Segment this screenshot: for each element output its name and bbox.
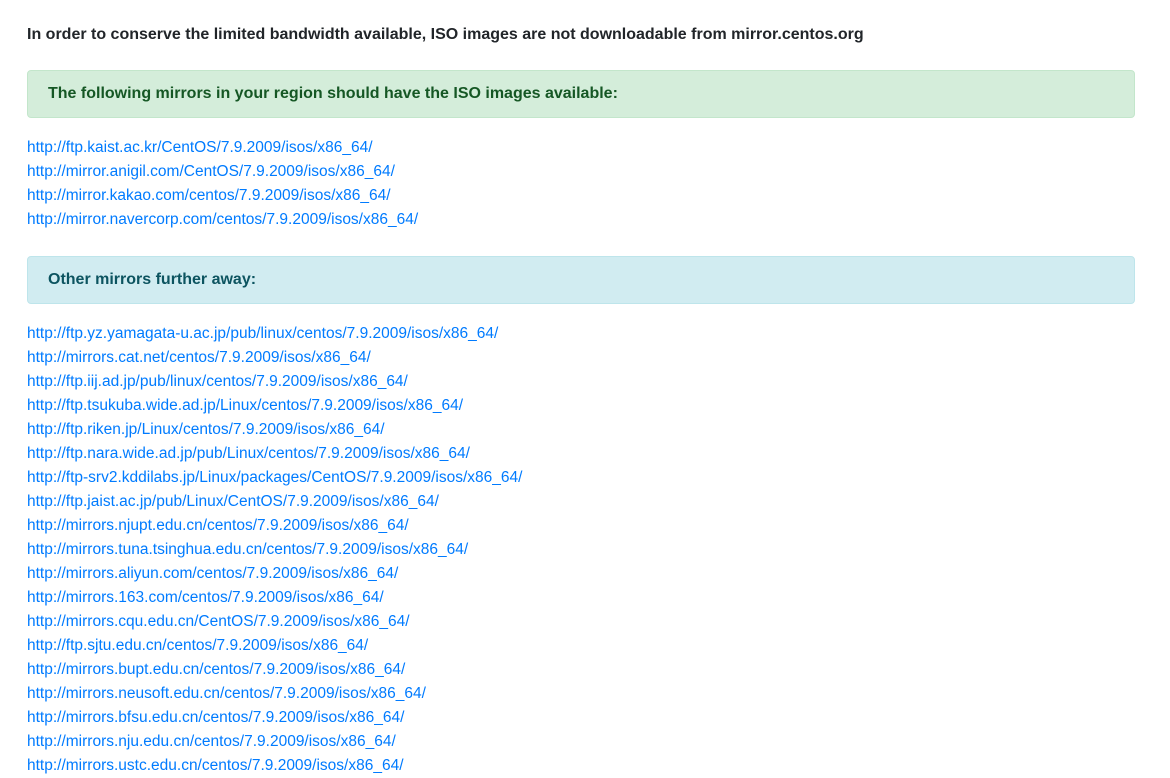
list-item: http://mirrors.njupt.edu.cn/centos/7.9.2…: [27, 514, 522, 538]
list-item: http://ftp.riken.jp/Linux/centos/7.9.200…: [27, 418, 522, 442]
mirror-link[interactable]: http://ftp.sjtu.edu.cn/centos/7.9.2009/i…: [27, 637, 368, 654]
list-item: http://ftp.sjtu.edu.cn/centos/7.9.2009/i…: [27, 634, 522, 658]
mirror-link[interactable]: http://ftp.yz.yamagata-u.ac.jp/pub/linux…: [27, 325, 498, 342]
mirror-link[interactable]: http://ftp.tsukuba.wide.ad.jp/Linux/cent…: [27, 397, 463, 414]
list-item: http://ftp.iij.ad.jp/pub/linux/centos/7.…: [27, 370, 522, 394]
list-item: http://ftp.jaist.ac.jp/pub/Linux/CentOS/…: [27, 490, 522, 514]
list-item: http://ftp.tsukuba.wide.ad.jp/Linux/cent…: [27, 394, 522, 418]
mirror-link[interactable]: http://ftp.riken.jp/Linux/centos/7.9.200…: [27, 421, 385, 438]
list-item: http://mirrors.aliyun.com/centos/7.9.200…: [27, 562, 522, 586]
mirror-link[interactable]: http://ftp.nara.wide.ad.jp/pub/Linux/cen…: [27, 445, 470, 462]
mirror-link[interactable]: http://mirrors.bfsu.edu.cn/centos/7.9.20…: [27, 709, 404, 726]
mirror-link[interactable]: http://mirrors.nju.edu.cn/centos/7.9.200…: [27, 733, 396, 750]
mirror-link[interactable]: http://ftp.jaist.ac.jp/pub/Linux/CentOS/…: [27, 493, 439, 510]
list-item: http://mirror.kakao.com/centos/7.9.2009/…: [27, 184, 418, 208]
list-item: http://mirrors.nju.edu.cn/centos/7.9.200…: [27, 730, 522, 754]
list-item: http://ftp.kaist.ac.kr/CentOS/7.9.2009/i…: [27, 136, 418, 160]
mirror-link[interactable]: http://ftp.kaist.ac.kr/CentOS/7.9.2009/i…: [27, 139, 373, 156]
mirror-link[interactable]: http://ftp-srv2.kddilabs.jp/Linux/packag…: [27, 469, 522, 486]
list-item: http://mirrors.bupt.edu.cn/centos/7.9.20…: [27, 658, 522, 682]
list-item: http://ftp.yz.yamagata-u.ac.jp/pub/linux…: [27, 322, 522, 346]
list-item: http://mirrors.bfsu.edu.cn/centos/7.9.20…: [27, 706, 522, 730]
mirror-link[interactable]: http://mirrors.neusoft.edu.cn/centos/7.9…: [27, 685, 426, 702]
other-mirrors-alert-text: Other mirrors further away:: [48, 271, 257, 288]
mirror-link[interactable]: http://mirrors.cqu.edu.cn/CentOS/7.9.200…: [27, 613, 410, 630]
mirror-link[interactable]: http://mirror.navercorp.com/centos/7.9.2…: [27, 211, 418, 228]
bandwidth-notice: In order to conserve the limited bandwid…: [27, 26, 864, 43]
other-mirrors-alert: Other mirrors further away:: [27, 256, 1135, 304]
mirror-link[interactable]: http://mirrors.aliyun.com/centos/7.9.200…: [27, 565, 398, 582]
list-item: http://mirror.navercorp.com/centos/7.9.2…: [27, 208, 418, 232]
mirror-link[interactable]: http://ftp.iij.ad.jp/pub/linux/centos/7.…: [27, 373, 408, 390]
list-item: http://mirrors.163.com/centos/7.9.2009/i…: [27, 586, 522, 610]
list-item: http://mirror.anigil.com/CentOS/7.9.2009…: [27, 160, 418, 184]
list-item: http://mirrors.cat.net/centos/7.9.2009/i…: [27, 346, 522, 370]
mirror-link[interactable]: http://mirror.anigil.com/CentOS/7.9.2009…: [27, 163, 395, 180]
list-item: http://mirrors.neusoft.edu.cn/centos/7.9…: [27, 682, 522, 706]
other-mirror-list: http://ftp.yz.yamagata-u.ac.jp/pub/linux…: [27, 322, 522, 778]
mirror-link[interactable]: http://mirrors.163.com/centos/7.9.2009/i…: [27, 589, 384, 606]
region-mirrors-alert-text: The following mirrors in your region sho…: [48, 85, 618, 102]
region-mirrors-alert: The following mirrors in your region sho…: [27, 70, 1135, 118]
region-mirror-list: http://ftp.kaist.ac.kr/CentOS/7.9.2009/i…: [27, 136, 418, 232]
mirror-link[interactable]: http://mirror.kakao.com/centos/7.9.2009/…: [27, 187, 391, 204]
list-item: http://ftp-srv2.kddilabs.jp/Linux/packag…: [27, 466, 522, 490]
mirror-link[interactable]: http://mirrors.ustc.edu.cn/centos/7.9.20…: [27, 757, 404, 774]
list-item: http://mirrors.tuna.tsinghua.edu.cn/cent…: [27, 538, 522, 562]
list-item: http://mirrors.cqu.edu.cn/CentOS/7.9.200…: [27, 610, 522, 634]
mirror-link[interactable]: http://mirrors.tuna.tsinghua.edu.cn/cent…: [27, 541, 468, 558]
list-item: http://ftp.nara.wide.ad.jp/pub/Linux/cen…: [27, 442, 522, 466]
list-item: http://mirrors.ustc.edu.cn/centos/7.9.20…: [27, 754, 522, 778]
mirror-link[interactable]: http://mirrors.cat.net/centos/7.9.2009/i…: [27, 349, 371, 366]
mirror-link[interactable]: http://mirrors.njupt.edu.cn/centos/7.9.2…: [27, 517, 409, 534]
mirror-link[interactable]: http://mirrors.bupt.edu.cn/centos/7.9.20…: [27, 661, 405, 678]
